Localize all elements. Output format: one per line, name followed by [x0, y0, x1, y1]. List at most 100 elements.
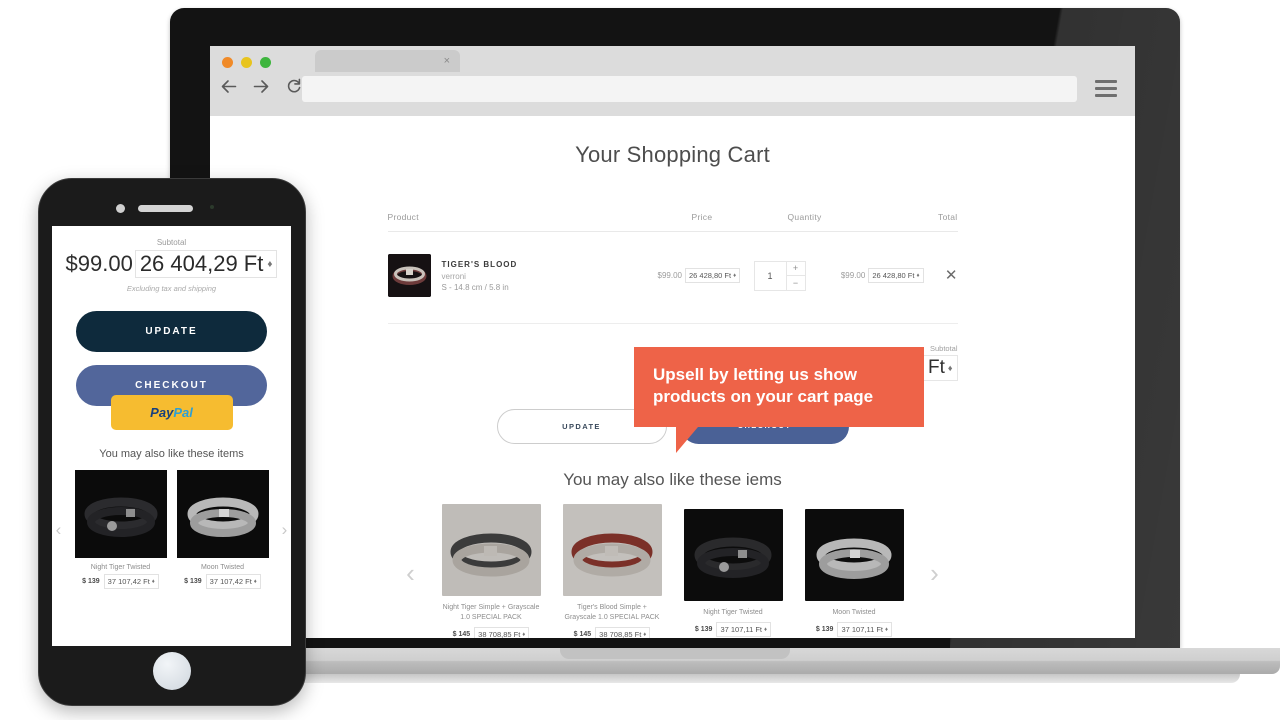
total-ft-value: 26 428,80 Ft — [872, 271, 915, 280]
currency-switch-icon[interactable]: ♦ — [643, 632, 646, 638]
upsell-callout-bubble: Upsell by letting us show products on yo… — [634, 347, 924, 454]
phone-recommendation-name[interactable]: Night Tiger Twisted — [75, 564, 167, 571]
paypal-button[interactable]: PayPal — [110, 395, 233, 430]
phone-recommendation-image[interactable] — [74, 470, 167, 558]
column-header-total: Total — [938, 212, 958, 222]
currency-switch-icon[interactable]: ♦ — [916, 273, 919, 279]
product-name[interactable]: TIGER'S BLOOD — [442, 260, 518, 269]
carousel-prev-icon[interactable]: ‹ — [402, 560, 420, 586]
recommendation-card[interactable]: Night Tiger Simple + Grayscale 1.0 SPECI… — [441, 504, 541, 638]
line-item-quantity: 1 + − — [753, 260, 846, 291]
remove-item-icon[interactable]: ✕ — [924, 268, 958, 283]
cart-line-item: TIGER'S BLOOD verroni S - 14.8 cm / 5.8 … — [387, 232, 958, 324]
currency-switch-icon[interactable]: ♦ — [152, 579, 155, 585]
phone-camera-icon — [116, 204, 125, 213]
quantity-decrease-button[interactable]: − — [787, 276, 805, 290]
phone-recommendation-converted-currency[interactable]: 37 107,42 Ft ♦ — [205, 574, 261, 589]
phone-recommendation-price: $ 139 37 107,42 Ft ♦ — [177, 574, 269, 589]
product-thumbnail[interactable] — [387, 254, 431, 297]
browser-tab[interactable]: × — [315, 50, 460, 72]
currency-switch-icon[interactable]: ♦ — [885, 627, 888, 633]
quantity-stepper[interactable]: 1 + − — [753, 260, 806, 291]
phone-carousel-prev-icon[interactable]: ‹ — [53, 520, 65, 540]
recommendation-converted-currency[interactable]: 38 708,85 Ft ♦ — [474, 627, 530, 638]
hamburger-menu-icon[interactable] — [1095, 80, 1117, 101]
recommendation-name[interactable]: Tiger's Blood Simple + Grayscale 1.0 SPE… — [563, 603, 662, 623]
phone-recommendation-card[interactable]: Moon Twisted $ 139 37 107,42 Ft ♦ — [176, 470, 269, 589]
phone-home-button[interactable] — [153, 652, 191, 690]
quantity-value[interactable]: 1 — [755, 262, 786, 290]
product-vendor: verroni — [441, 271, 466, 281]
currency-switch-icon[interactable]: ♦ — [764, 627, 767, 633]
window-maximize-traffic-light[interactable] — [260, 57, 271, 68]
recommendation-price-ft: 38 708,85 Ft — [599, 630, 642, 638]
phone-recommendation-price-ft: 37 107,42 Ft — [107, 577, 150, 586]
recommendation-price-usd: $ 145 — [573, 631, 592, 638]
phone-recommendation-image[interactable] — [176, 470, 269, 558]
recommendation-price: $ 145 38 708,85 Ft ♦ — [442, 627, 541, 638]
browser-nav-controls — [220, 78, 302, 94]
phone-recommendation-price: $ 139 37 107,42 Ft ♦ — [75, 574, 167, 589]
phone-tax-note: Excluding tax and shipping — [126, 284, 217, 293]
recommendation-price-usd: $ 139 — [694, 626, 713, 634]
laptop-base-notch — [560, 648, 790, 659]
forward-arrow-icon[interactable] — [253, 79, 270, 94]
recommendation-name[interactable]: Moon Twisted — [805, 608, 904, 618]
browser-chrome: × — [210, 46, 1135, 116]
recommendations-carousel: ‹ Night Tiger Simple + Grayscale 1.0 SPE… — [210, 504, 1135, 638]
recommendation-converted-currency[interactable]: 37 107,11 Ft ♦ — [716, 622, 772, 638]
recommendation-price: $ 145 38 708,85 Ft ♦ — [563, 627, 662, 638]
currency-switch-icon[interactable]: ♦ — [948, 363, 953, 373]
phone-subtotal-converted-currency[interactable]: 26 404,29 Ft ♦ — [134, 250, 278, 278]
phone-subtotal-values: $99.00 26 404,29 Ft ♦ — [52, 250, 291, 278]
quantity-increase-button[interactable]: + — [786, 262, 805, 276]
recommendation-card[interactable]: Moon Twisted $ 139 37 107,11 Ft ♦ — [804, 509, 904, 638]
price-converted-currency[interactable]: 26 428,80 Ft ♦ — [684, 268, 741, 283]
phone-action-buttons: UPDATE CHECKOUT PayPal — [52, 293, 291, 430]
phone-screen: Subtotal $99.00 26 404,29 Ft ♦ Excluding… — [52, 226, 291, 646]
recommendation-price: $ 139 37 107,11 Ft ♦ — [684, 622, 783, 638]
tab-close-icon[interactable]: × — [444, 53, 450, 69]
currency-switch-icon[interactable]: ♦ — [254, 579, 257, 585]
price-ft-value: 26 428,80 Ft — [688, 271, 732, 280]
phone-recommendation-converted-currency[interactable]: 37 107,42 Ft ♦ — [103, 574, 159, 589]
product-variant: S - 14.8 cm / 5.8 in — [441, 282, 509, 292]
laptop-screen: × Your Shopping Cart Product Price Quant… — [210, 46, 1135, 638]
phone-mockup: Subtotal $99.00 26 404,29 Ft ♦ Excluding… — [38, 178, 306, 706]
total-usd: $99.00 — [840, 271, 866, 280]
recommendation-card[interactable]: Tiger's Blood Simple + Grayscale 1.0 SPE… — [562, 504, 662, 638]
recommendation-name[interactable]: Night Tiger Simple + Grayscale 1.0 SPECI… — [442, 603, 541, 623]
recommendation-converted-currency[interactable]: 37 107,11 Ft ♦ — [837, 622, 893, 638]
recommendation-name[interactable]: Night Tiger Twisted — [684, 608, 783, 618]
recommendation-image[interactable] — [562, 504, 662, 596]
recommendation-image[interactable] — [683, 509, 783, 602]
total-converted-currency[interactable]: 26 428,80 Ft ♦ — [868, 268, 924, 283]
recommendation-image[interactable] — [804, 509, 904, 602]
line-item-price: $99.00 26 428,80 Ft ♦ — [658, 268, 754, 283]
carousel-next-icon[interactable]: › — [926, 560, 944, 586]
phone-carousel-next-icon[interactable]: › — [279, 520, 291, 540]
recommendation-image[interactable] — [441, 504, 541, 596]
phone-update-button[interactable]: UPDATE — [76, 311, 267, 352]
currency-switch-icon[interactable]: ♦ — [267, 259, 272, 270]
phone-subtotal-ft-value: 26 404,29 Ft — [139, 251, 264, 276]
page-title: Your Shopping Cart — [575, 142, 770, 167]
cart-table-header: Product Price Quantity Total — [387, 212, 958, 232]
back-arrow-icon[interactable] — [220, 79, 237, 94]
price-usd: $99.00 — [657, 271, 682, 280]
line-item-total: $99.00 26 428,80 Ft ♦ — [841, 268, 924, 283]
reload-icon[interactable] — [286, 78, 302, 94]
phone-recommendation-price-usd: $ 139 — [184, 578, 202, 585]
recommendation-card[interactable]: Night Tiger Twisted $ 139 37 107,11 Ft ♦ — [683, 509, 783, 638]
currency-switch-icon[interactable]: ♦ — [522, 632, 525, 638]
quantity-buttons: + − — [785, 261, 805, 290]
paypal-logo-pay: Pay — [150, 405, 174, 420]
recommendation-converted-currency[interactable]: 38 708,85 Ft ♦ — [595, 627, 651, 638]
phone-recommendation-card[interactable]: Night Tiger Twisted $ 139 37 107,42 Ft ♦ — [74, 470, 167, 589]
window-minimize-traffic-light[interactable] — [241, 57, 252, 68]
window-close-traffic-light[interactable] — [222, 57, 233, 68]
laptop-mockup: × Your Shopping Cart Product Price Quant… — [70, 8, 1280, 683]
currency-switch-icon[interactable]: ♦ — [733, 273, 736, 279]
address-bar[interactable] — [302, 76, 1077, 102]
phone-recommendation-name[interactable]: Moon Twisted — [177, 564, 269, 571]
